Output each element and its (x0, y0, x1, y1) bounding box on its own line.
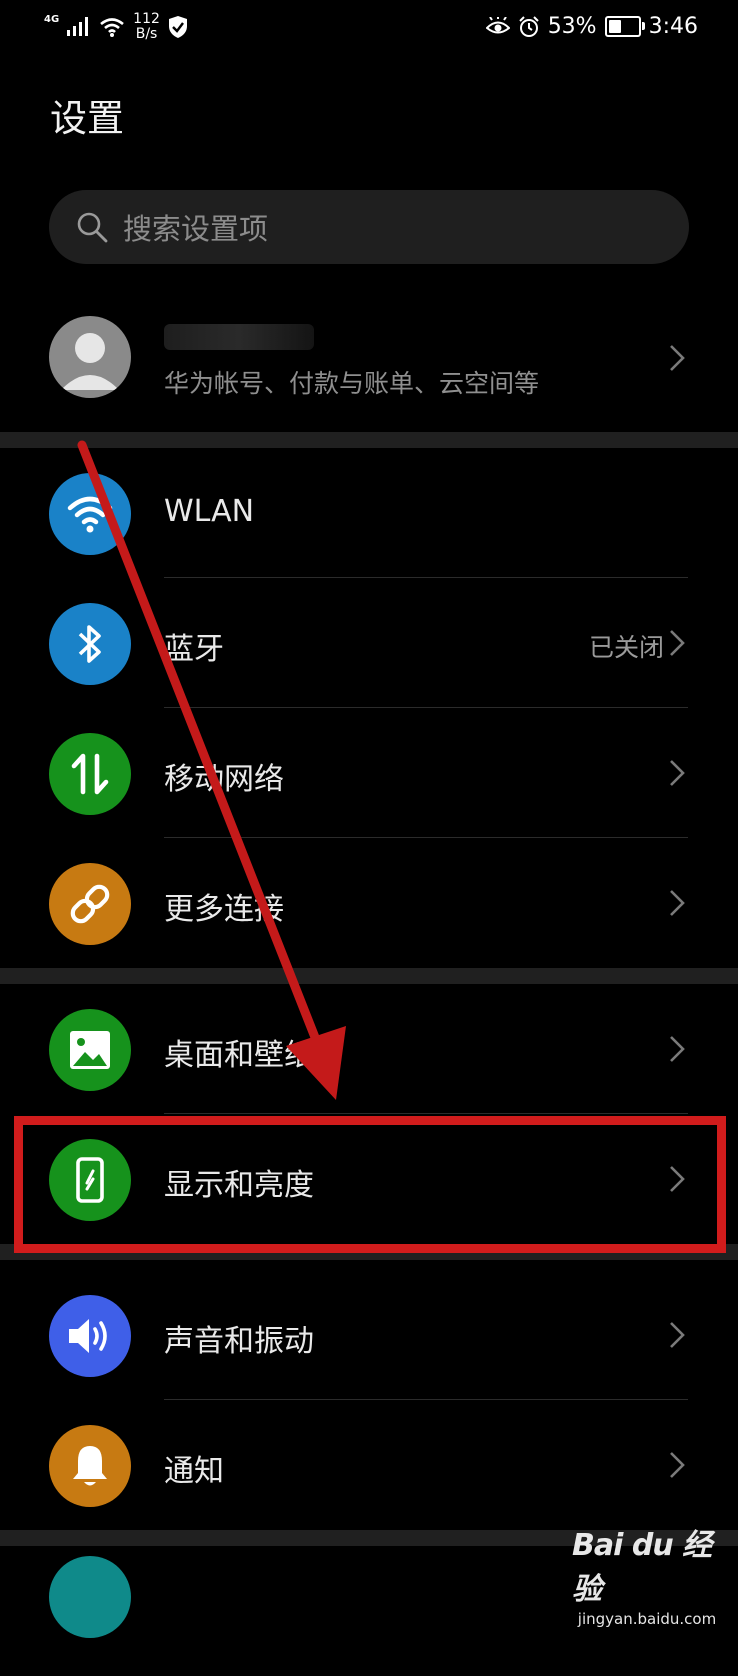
search-icon (77, 212, 108, 243)
watermark: Bai du 经验 jingyan.baidu.com (572, 1520, 722, 1628)
clock: 3:46 (648, 14, 698, 39)
status-left: 4G 112 B/s (44, 12, 188, 42)
item-label: 通知 (164, 1454, 224, 1489)
mobile-data-icon (49, 733, 131, 815)
sound-icon (49, 1295, 131, 1377)
chevron-right-icon (670, 890, 685, 916)
battery-icon (604, 16, 645, 37)
highlight-box (14, 1116, 726, 1253)
link-icon (49, 863, 131, 945)
battery-fill (608, 20, 622, 33)
group-divider (0, 968, 738, 984)
account-subtitle: 华为帐号、付款与账单、云空间等 (164, 369, 540, 398)
partial-icon (49, 1556, 131, 1638)
chevron-right-icon (670, 630, 685, 656)
avatar (49, 316, 131, 398)
network-speed: 112 B/s (133, 12, 160, 42)
settings-item-more-connections[interactable]: 更多连接 (0, 838, 738, 968)
chevron-right-icon (670, 345, 685, 371)
chevron-right-icon (670, 1322, 685, 1348)
settings-item-bluetooth[interactable]: 蓝牙 已关闭 (0, 578, 738, 708)
speed-unit: B/s (135, 26, 158, 42)
signal-icon (67, 17, 89, 36)
wallpaper-icon (49, 1009, 131, 1091)
bluetooth-icon (49, 603, 131, 685)
settings-item-wlan[interactable]: WLAN (0, 448, 738, 578)
search-placeholder: 搜索设置项 (123, 212, 269, 246)
account-name: 1 (164, 324, 314, 350)
bell-icon (49, 1425, 131, 1507)
item-label: 更多连接 (164, 892, 284, 927)
settings-item-home-wallpaper[interactable]: 桌面和壁纸 (0, 984, 738, 1114)
chevron-right-icon (670, 1036, 685, 1062)
status-right: 53% 3:46 (485, 14, 698, 39)
chevron-right-icon (670, 760, 685, 786)
item-label: 移动网络 (164, 762, 284, 797)
chevron-right-icon (670, 1452, 685, 1478)
wifi-icon (49, 473, 131, 555)
page-title: 设置 (50, 97, 124, 140)
search-bar[interactable]: 搜索设置项 (49, 190, 689, 264)
account-row[interactable]: 1 华为帐号、付款与账单、云空间等 (0, 300, 738, 432)
speed-value: 112 (133, 11, 160, 27)
item-label: 桌面和壁纸 (164, 1038, 314, 1073)
shield-icon (168, 16, 187, 38)
item-label: 蓝牙 (164, 632, 224, 667)
item-value: 已关闭 (588, 633, 664, 662)
user-icon (61, 333, 119, 390)
settings-item-mobile-network[interactable]: 移动网络 (0, 708, 738, 838)
watermark-url: jingyan.baidu.com (577, 1610, 717, 1628)
network-type: 4G (44, 13, 60, 25)
wifi-status-icon (100, 18, 124, 37)
settings-item-notifications[interactable]: 通知 (0, 1400, 738, 1530)
status-bar: 4G 112 B/s 53% 3:46 (0, 0, 738, 56)
item-label: WLAN (164, 494, 255, 529)
group-divider (0, 432, 738, 448)
item-label: 声音和振动 (164, 1324, 314, 1359)
alarm-icon (518, 15, 539, 37)
watermark-logo: Bai du 经验 (572, 1528, 712, 1607)
settings-item-sound-vibration[interactable]: 声音和振动 (0, 1270, 738, 1400)
battery-percent: 53% (547, 14, 597, 39)
eye-comfort-icon (485, 16, 510, 33)
